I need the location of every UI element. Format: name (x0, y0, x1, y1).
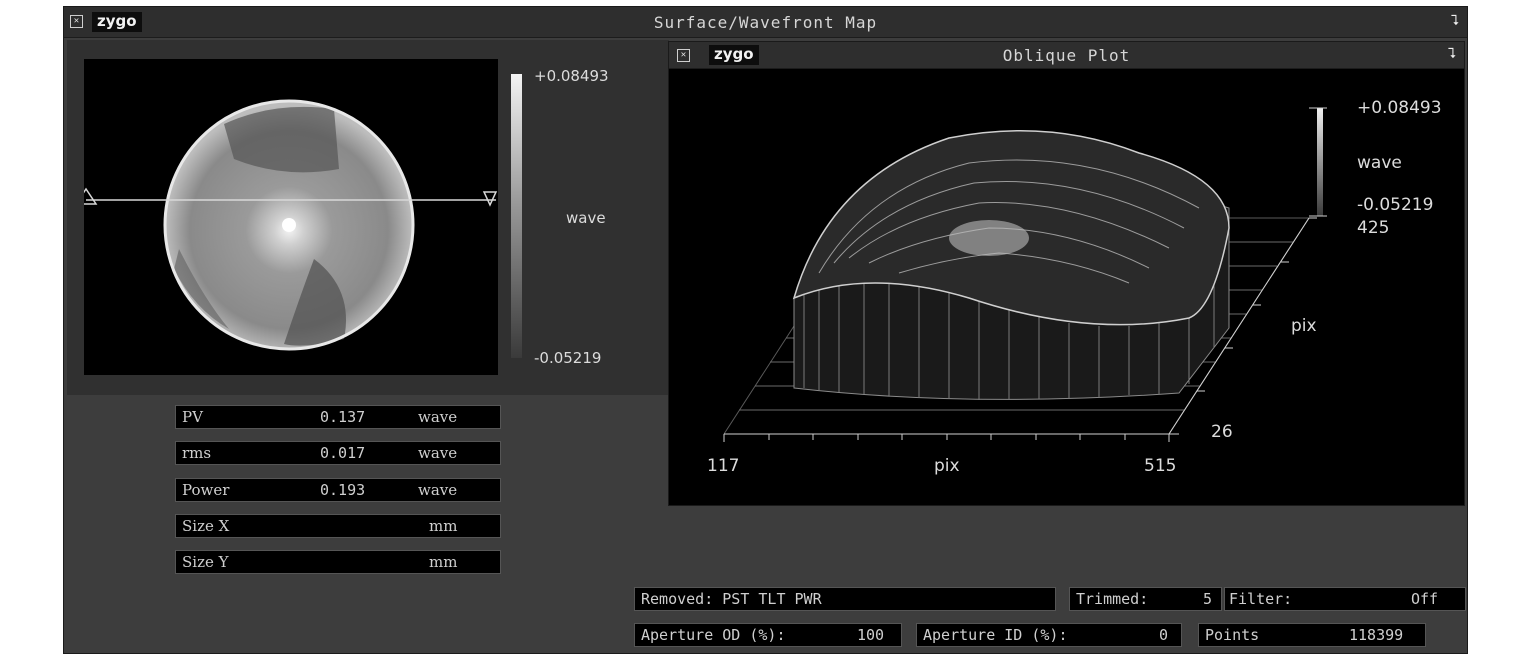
surface-center (282, 218, 296, 232)
oblique-titlebar: ✕ zygo Oblique Plot ⮧ (669, 42, 1464, 69)
z-scale (1309, 107, 1327, 217)
surface-wavefront-window: ✕ zygo Surface/Wavefront Map ⮧ +0.08493 … (63, 6, 1468, 654)
x-max-label: 515 (1144, 456, 1177, 476)
filter-value: Off (1411, 590, 1439, 608)
scale-unit-label: wave (566, 209, 606, 227)
stat-size-y: Size Y mm (175, 550, 501, 574)
scale-min-label: -0.05219 (534, 349, 602, 367)
stat-value: 0.137 (320, 408, 366, 426)
x-axis-ticks (723, 433, 1170, 442)
stat-unit: wave (418, 408, 458, 426)
stat-name: Power (182, 481, 230, 499)
scale-max-label: +0.08493 (534, 67, 609, 85)
aperture-od-field: Aperture OD (%): 100 (634, 623, 902, 647)
removed-text: Removed: PST TLT PWR (641, 590, 822, 608)
points-label: Points (1205, 626, 1260, 644)
stat-size-x: Size X mm (175, 514, 501, 538)
aperture-id-field: Aperture ID (%): 0 (916, 623, 1182, 647)
z-min-label: -0.05219 (1357, 195, 1434, 215)
profile-end-marker-icon[interactable] (482, 191, 498, 207)
z-unit-label: wave (1357, 153, 1402, 173)
oblique-pin-icon[interactable]: ⮧ (1448, 46, 1456, 62)
z-max-label: +0.08493 (1357, 98, 1442, 118)
filter-field: Filter: Off (1224, 587, 1466, 611)
color-scale-bar (511, 74, 522, 358)
points-field: Points 118399 (1198, 623, 1426, 647)
surface-map-svg (74, 99, 498, 351)
stat-unit: wave (418, 444, 458, 462)
x-min-label: 117 (707, 456, 740, 476)
trimmed-value: 5 (1203, 590, 1213, 608)
trimmed-field: Trimmed: 5 (1069, 587, 1222, 611)
stat-unit: mm (429, 553, 458, 571)
main-titlebar: ✕ zygo Surface/Wavefront Map ⮧ (64, 7, 1467, 38)
y-axis-label: pix (1291, 316, 1317, 336)
stat-rms: rms 0.017 wave (175, 441, 501, 465)
surface-peak (949, 220, 1029, 256)
aperture-od-label: Aperture OD (%): (641, 626, 786, 644)
x-axis-label: pix (934, 456, 960, 476)
stat-name: PV (182, 408, 203, 426)
filter-label: Filter: (1229, 590, 1293, 608)
stat-pv: PV 0.137 wave (175, 405, 501, 429)
aperture-id-value: 0 (1159, 626, 1169, 644)
oblique-title: Oblique Plot (1002, 46, 1131, 65)
points-value: 118399 (1349, 626, 1404, 644)
oblique-3d-plot[interactable] (669, 68, 1464, 505)
stat-name: rms (182, 444, 212, 462)
stat-value: 0.017 (320, 444, 366, 462)
oblique-plot-window: ✕ zygo Oblique Plot ⮧ +0.08493 wave -0.0… (668, 41, 1465, 506)
stat-unit: mm (429, 517, 458, 535)
stat-name: Size Y (182, 553, 229, 571)
stat-value: 0.193 (320, 481, 366, 499)
aperture-od-value: 100 (857, 626, 885, 644)
stat-power: Power 0.193 wave (175, 478, 501, 502)
pin-icon[interactable]: ⮧ (1451, 13, 1459, 29)
y-min-label: 26 (1211, 422, 1233, 442)
surface-map-image[interactable] (74, 59, 498, 375)
y-max-label: 425 (1357, 218, 1390, 238)
profile-start-marker-icon[interactable] (74, 187, 98, 205)
window-title: Surface/Wavefront Map (653, 13, 878, 32)
stat-name: Size X (182, 517, 230, 535)
aperture-id-label: Aperture ID (%): (923, 626, 1068, 644)
trimmed-label: Trimmed: (1076, 590, 1149, 608)
stat-unit: wave (418, 481, 458, 499)
removed-field: Removed: PST TLT PWR (634, 587, 1056, 611)
